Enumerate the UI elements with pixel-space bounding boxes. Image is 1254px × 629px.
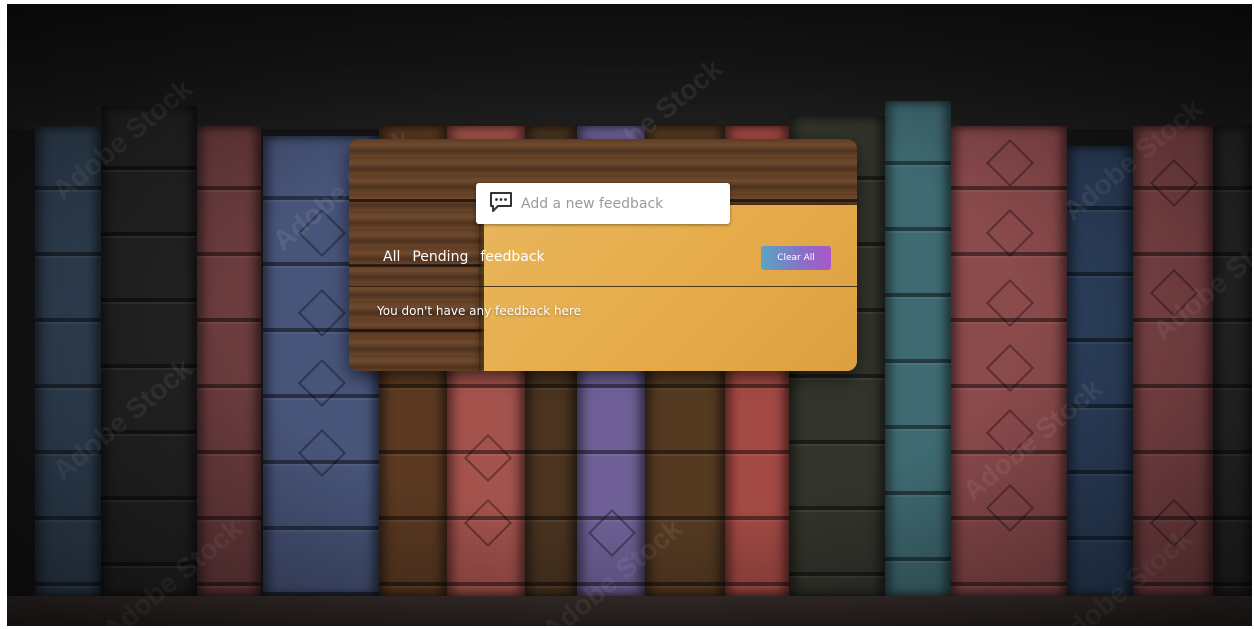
tab-feedback[interactable]: feedback [480,249,544,265]
book-spine [885,101,951,596]
book-ornament [297,208,347,258]
book-ornament [985,208,1035,258]
book-ornament [985,343,1035,393]
tab-pending[interactable]: Pending [412,249,468,265]
bookshelf-board [7,596,1252,626]
feedback-input-container[interactable] [476,183,730,224]
filter-tabs: All Pending feedback [383,249,545,265]
book-ornament [297,428,347,478]
book-ornament [297,288,347,338]
book-ornament [985,408,1035,458]
feedback-card: All Pending feedback Clear All You don't… [349,139,857,371]
book-ornament [1149,268,1199,318]
empty-state-message: You don't have any feedback here [377,304,581,318]
comment-dots-icon [476,191,521,216]
book-spine [35,126,101,596]
book-ornament [985,483,1035,533]
tab-all[interactable]: All [383,249,400,265]
paper-sheet [484,205,857,371]
book-ornament [587,508,637,558]
book-ornament [985,138,1035,188]
book-spine [951,126,1067,596]
book-spine [1133,126,1213,596]
book-ornament [463,498,513,548]
divider [349,286,857,287]
book-ornament [463,433,513,483]
clear-all-button[interactable]: Clear All [761,246,831,270]
book-spine [197,126,261,596]
feedback-input[interactable] [521,195,721,212]
book-ornament [297,358,347,408]
book-ornament [1149,158,1199,208]
book-spine [101,106,197,596]
book-spine [1067,146,1133,596]
book-spine [1213,126,1252,596]
book-ornament [985,278,1035,328]
book-ornament [1149,498,1199,548]
